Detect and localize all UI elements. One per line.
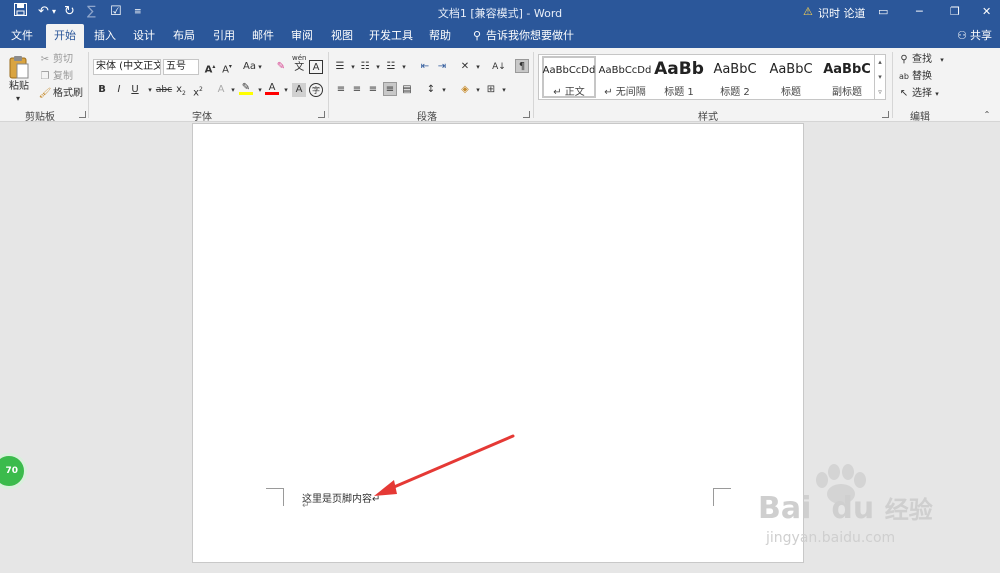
watermark-url: jingyan.baidu.com — [766, 530, 896, 546]
watermark-brand: Bai — [758, 491, 812, 526]
watermark-brand-2: du — [831, 491, 875, 526]
watermark-cn: 经验 — [884, 496, 933, 524]
